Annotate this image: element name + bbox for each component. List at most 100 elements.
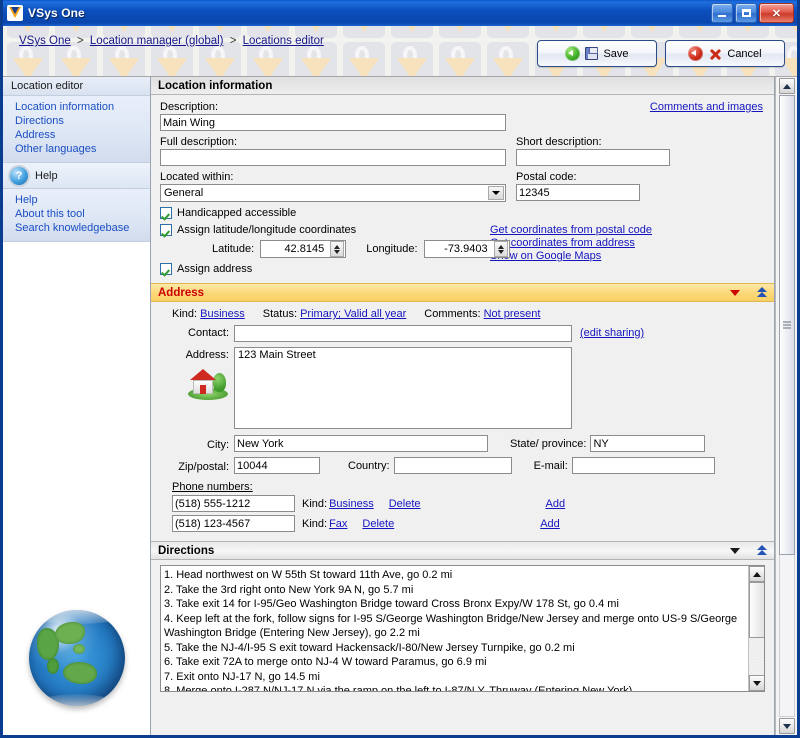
assign-latlong-label: Assign latitude/longitude coordinates xyxy=(177,224,357,236)
phone-number-input-0[interactable] xyxy=(172,495,295,512)
short-description-group: Short description: xyxy=(516,136,765,166)
assign-address-row[interactable]: Assign address xyxy=(160,263,765,275)
directions-scroll-up-button[interactable] xyxy=(749,566,764,582)
handicapped-accessible-row[interactable]: Handicapped accessible xyxy=(160,207,765,219)
located-within-select[interactable]: General xyxy=(160,184,506,202)
breadcrumb-item-1[interactable]: Location manager (global) xyxy=(90,35,224,47)
assign-latlong-row[interactable]: Assign latitude/longitude coordinates xyxy=(160,224,765,236)
save-button[interactable]: Save xyxy=(537,40,657,67)
full-description-input[interactable] xyxy=(160,149,506,166)
comments-and-images-link[interactable]: Comments and images xyxy=(650,101,763,113)
main-vertical-scrollbar[interactable] xyxy=(775,77,797,735)
spinner-up-icon[interactable] xyxy=(497,244,504,249)
sidebar-help-header: ? Help xyxy=(3,163,150,189)
vsys-logo-icon xyxy=(7,5,23,21)
house-icon xyxy=(188,366,228,400)
close-icon: ✕ xyxy=(771,7,782,20)
cancel-button[interactable]: Cancel xyxy=(665,40,785,67)
spinner-down-icon[interactable] xyxy=(497,249,504,254)
address-pane: Kind: Business Status: Primary; Valid al… xyxy=(151,302,774,541)
contact-input[interactable] xyxy=(234,325,572,342)
sidebar-help-item-help[interactable]: Help xyxy=(15,193,150,207)
address-textarea[interactable]: 123 Main Street xyxy=(234,347,572,429)
email-input[interactable] xyxy=(571,457,715,474)
city-input[interactable] xyxy=(234,435,488,452)
phone-add-link-0[interactable]: Add xyxy=(546,498,566,510)
address-row: Address: 123 Main Street xyxy=(160,347,765,429)
longitude-stepper[interactable] xyxy=(423,240,510,258)
address-section-controls xyxy=(730,286,768,299)
main-scroll-up-button[interactable] xyxy=(779,78,795,94)
breadcrumb: VSys One > Location manager (global) > L… xyxy=(19,35,324,47)
directions-scrollbar-thumb[interactable] xyxy=(749,582,764,638)
breadcrumb-item-2[interactable]: Locations editor xyxy=(243,35,324,47)
latitude-spinner-buttons[interactable] xyxy=(330,241,345,257)
section-title-address: Address xyxy=(158,286,205,299)
address-status-link[interactable]: Primary; Valid all year xyxy=(300,308,406,320)
show-on-google-maps-link[interactable]: Show on Google Maps xyxy=(490,250,652,263)
phone-delete-link-1[interactable]: Delete xyxy=(362,518,394,530)
postal-code-input[interactable] xyxy=(516,184,640,201)
sidebar-help-item-knowledgebase[interactable]: Search knowledgebase xyxy=(15,221,150,235)
short-description-input[interactable] xyxy=(516,149,670,166)
phone-row: Kind: Fax Delete Add xyxy=(172,515,765,532)
handicapped-accessible-checkbox[interactable] xyxy=(160,207,172,219)
section-header-directions[interactable]: Directions xyxy=(151,541,774,560)
spinner-up-icon[interactable] xyxy=(334,244,341,249)
double-chevron-up-icon[interactable] xyxy=(756,286,768,299)
assign-address-checkbox[interactable] xyxy=(160,263,172,275)
direction-step: 2. Take the 3rd right onto New York 9A N… xyxy=(164,583,414,596)
full-description-label: Full description: xyxy=(160,136,238,148)
direction-step: 5. Take the NJ-4/I-95 S exit toward Hack… xyxy=(164,641,575,654)
triangle-down-icon[interactable] xyxy=(730,289,740,296)
spinner-down-icon[interactable] xyxy=(334,249,341,254)
sidebar-item-location-information[interactable]: Location information xyxy=(15,100,150,114)
latitude-label: Latitude: xyxy=(212,243,255,255)
city-state-row: City: State/ province: xyxy=(160,435,765,452)
watermark-logo-tile xyxy=(535,26,577,38)
description-input[interactable] xyxy=(160,114,506,131)
address-comments-link[interactable]: Not present xyxy=(484,308,541,320)
latitude-input[interactable] xyxy=(261,241,328,257)
address-label: Address: xyxy=(185,349,229,361)
phone-number-input-1[interactable] xyxy=(172,515,295,532)
phone-delete-link-0[interactable]: Delete xyxy=(389,498,421,510)
sidebar-help-item-about[interactable]: About this tool xyxy=(15,207,150,221)
section-title-location-information: Location information xyxy=(151,77,774,95)
phone-kind-link-0[interactable]: Business xyxy=(329,498,374,510)
phone-kind-link-1[interactable]: Fax xyxy=(329,518,347,530)
get-coordinates-from-address-link[interactable]: Get coordinates from address xyxy=(490,237,652,250)
edit-sharing-link[interactable]: (edit sharing) xyxy=(580,325,644,339)
main-scroll-down-button[interactable] xyxy=(779,718,795,734)
watermark-logo-tile xyxy=(439,42,481,76)
postal-code-label: Postal code: xyxy=(516,171,577,183)
section-header-address[interactable]: Address xyxy=(151,283,774,302)
sidebar-item-directions[interactable]: Directions xyxy=(15,114,150,128)
country-input[interactable] xyxy=(393,457,512,474)
longitude-input[interactable] xyxy=(424,241,491,257)
directions-textarea[interactable]: 1. Head northwest on W 55th St toward 11… xyxy=(160,565,765,692)
assign-latlong-checkbox[interactable] xyxy=(160,224,172,236)
sidebar-item-address[interactable]: Address xyxy=(15,128,150,142)
chevron-down-icon[interactable] xyxy=(488,186,504,200)
triangle-down-icon[interactable] xyxy=(730,547,740,554)
minimize-button[interactable] xyxy=(711,3,733,23)
breadcrumb-item-0[interactable]: VSys One xyxy=(19,35,71,47)
zip-input[interactable] xyxy=(234,457,320,474)
phone-add-link-1[interactable]: Add xyxy=(540,518,560,530)
zip-label: Zip/postal: xyxy=(178,460,229,473)
close-button[interactable]: ✕ xyxy=(759,3,794,23)
state-input[interactable] xyxy=(590,435,706,452)
double-chevron-up-icon[interactable] xyxy=(756,544,768,557)
address-kind-link[interactable]: Business xyxy=(200,308,245,320)
directions-scrollbar[interactable] xyxy=(748,566,764,691)
latitude-stepper[interactable] xyxy=(260,240,347,258)
sidebar-item-other-languages[interactable]: Other languages xyxy=(15,142,150,156)
main-scrollbar-thumb[interactable] xyxy=(779,95,795,555)
longitude-spinner-buttons[interactable] xyxy=(493,241,508,257)
watermark-logo-tile xyxy=(583,26,625,38)
maximize-button[interactable] xyxy=(735,3,757,23)
directions-scroll-down-button[interactable] xyxy=(749,675,764,691)
get-coordinates-from-postal-code-link[interactable]: Get coordinates from postal code xyxy=(490,224,652,237)
body-area: Location editor Location information Dir… xyxy=(3,77,797,735)
